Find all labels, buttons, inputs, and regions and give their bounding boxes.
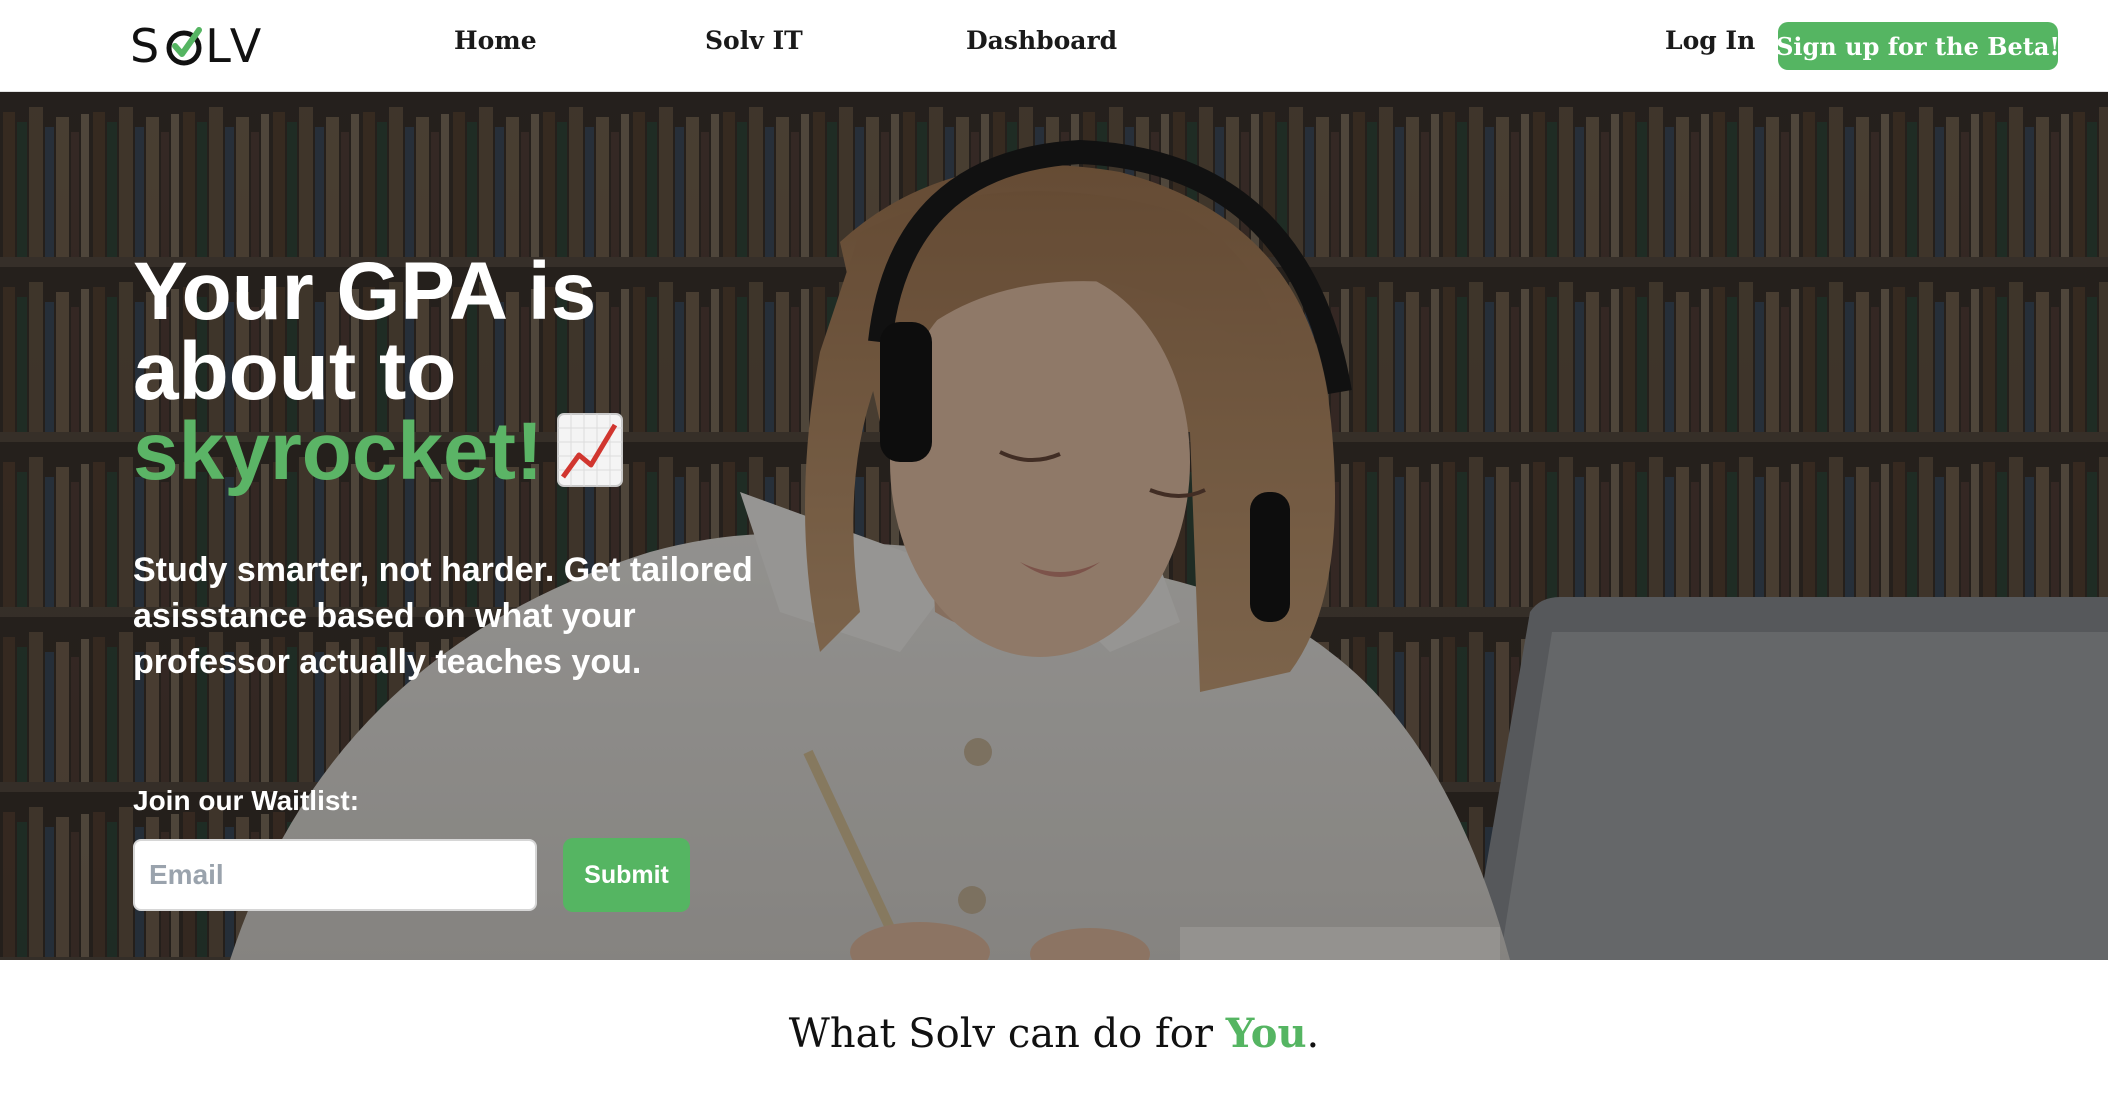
nav-solv-it-link[interactable]: Solv IT	[705, 26, 803, 55]
waitlist-email-input[interactable]	[133, 839, 537, 911]
hero-headline: Your GPA is about to skyrocket!	[133, 251, 753, 493]
hero-section: Your GPA is about to skyrocket! Study sm…	[0, 92, 2108, 960]
nav-dashboard-link[interactable]: Dashboard	[966, 26, 1117, 55]
logo-letters-lv: LV	[205, 19, 266, 73]
features-heading-suffix: .	[1306, 1011, 1320, 1057]
chart-increasing-icon	[557, 413, 624, 487]
solv-logo[interactable]: S LV	[130, 19, 266, 73]
features-heading: What Solv can do for You.	[0, 1010, 2108, 1057]
logo-check-o-icon	[165, 24, 203, 68]
waitlist-submit-button[interactable]: Submit	[563, 838, 690, 912]
headline-line-1: Your GPA is	[133, 246, 597, 337]
login-link[interactable]: Log In	[1665, 26, 1755, 55]
hero-dark-overlay	[0, 92, 2108, 960]
headline-line-2: about to	[133, 326, 457, 417]
nav-home-link[interactable]: Home	[454, 26, 537, 55]
features-heading-prefix: What Solv can do for	[788, 1011, 1226, 1057]
features-heading-accent: You	[1225, 1010, 1307, 1057]
hero-subtitle: Study smarter, not harder. Get tailored …	[133, 551, 753, 681]
waitlist-label: Join our Waitlist:	[133, 785, 360, 816]
headline-accent-word: skyrocket!	[133, 406, 544, 497]
logo-letter-s: S	[130, 19, 164, 73]
top-navbar: S LV Home Solv IT Dashboard Log In Sign …	[0, 0, 2108, 92]
beta-signup-button[interactable]: Sign up for the Beta!	[1776, 22, 2060, 70]
